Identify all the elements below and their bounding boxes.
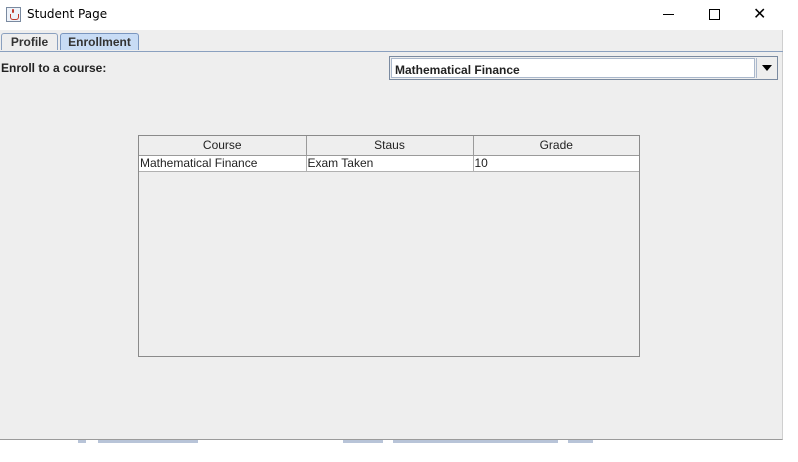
minimize-button[interactable]: [645, 0, 691, 30]
enrollment-table-pane[interactable]: Course Staus Grade Mathematical Finance …: [138, 135, 640, 357]
cell-status[interactable]: Exam Taken: [306, 155, 474, 172]
close-icon: ✕: [753, 4, 767, 23]
course-dropdown[interactable]: Mathematical Finance: [389, 56, 778, 80]
tab-enrollment[interactable]: Enrollment: [60, 33, 139, 50]
title-bar[interactable]: Student Page ✕: [0, 0, 783, 30]
table-row[interactable]: Mathematical Finance Exam Taken 10: [139, 155, 639, 172]
table-header-row: Course Staus Grade: [139, 136, 639, 156]
tab-profile[interactable]: Profile: [1, 33, 58, 50]
background-taskbar-strip: [78, 440, 598, 444]
student-page-window: Student Page ✕ Profile Enrollment Enroll…: [0, 0, 783, 440]
tab-bar: Profile Enrollment: [0, 32, 783, 52]
minimize-icon: [663, 14, 674, 15]
column-header-grade[interactable]: Grade: [473, 136, 639, 156]
column-header-course[interactable]: Course: [139, 136, 307, 156]
course-dropdown-field[interactable]: Mathematical Finance: [391, 58, 755, 78]
window-title: Student Page: [27, 7, 108, 21]
cell-grade[interactable]: 10: [473, 155, 639, 172]
maximize-icon: [709, 9, 720, 20]
close-button[interactable]: ✕: [737, 0, 783, 30]
enroll-label: Enroll to a course:: [1, 61, 107, 75]
chevron-down-icon: [762, 65, 772, 71]
cell-course[interactable]: Mathematical Finance: [139, 155, 307, 172]
dropdown-button[interactable]: [756, 58, 776, 78]
column-header-status[interactable]: Staus: [306, 136, 474, 156]
maximize-button[interactable]: [691, 0, 737, 30]
selected-course: Mathematical Finance: [395, 63, 520, 77]
java-cup-icon: [6, 7, 21, 22]
enrollment-table: Course Staus Grade Mathematical Finance …: [139, 136, 639, 172]
